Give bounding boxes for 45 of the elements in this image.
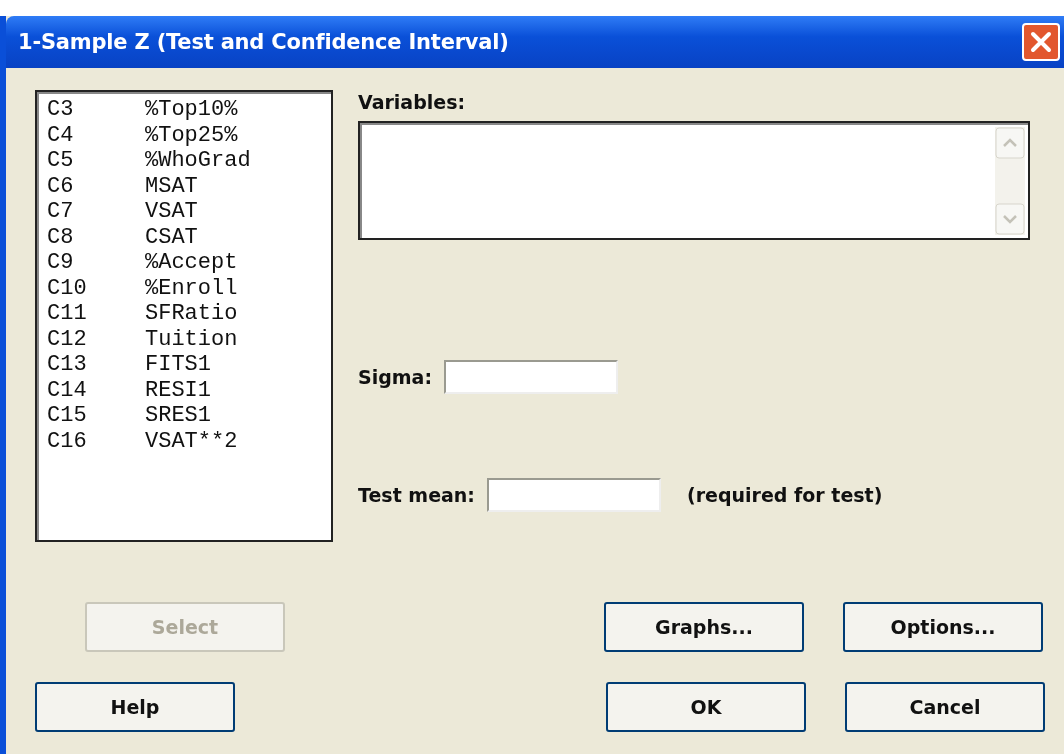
window-title: 1-Sample Z (Test and Confidence Interval)	[18, 30, 509, 54]
close-icon	[1030, 31, 1052, 53]
sigma-label: Sigma:	[358, 366, 432, 388]
dialog-button[interactable]: Graphs...	[604, 602, 804, 652]
column-name[interactable]: FITS1	[145, 352, 211, 378]
column-name[interactable]: VSAT**2	[145, 428, 238, 454]
column-number[interactable]: C10	[47, 275, 145, 301]
dialog-button[interactable]: Cancel	[845, 682, 1045, 732]
column-number[interactable]: C11	[47, 301, 145, 327]
column-number[interactable]: C14	[47, 377, 145, 403]
column-number[interactable]: C7	[47, 199, 145, 225]
column-name[interactable]: %Top10%	[145, 97, 238, 123]
test-mean-label: Test mean:	[358, 484, 475, 506]
column-name[interactable]: MSAT	[145, 173, 198, 199]
column-number[interactable]: C4	[47, 122, 145, 148]
dialog-button[interactable]: OK	[606, 682, 806, 732]
column-number[interactable]: C13	[47, 352, 145, 378]
column-number[interactable]: C12	[47, 326, 145, 352]
dialog-button[interactable]: Help	[35, 682, 235, 732]
column-list[interactable]: C3 %Top10% C4 %Top25% C5 %WhoGrad C6 MSAT C7 VSAT C8 CSAT C9 %Accept C10 %Enroll C11 SFRatio C12 Tuition C13 FITS1 C14 RESI1 C15 SRES1 C16 VSAT**2	[35, 90, 333, 542]
column-number[interactable]: C9	[47, 250, 145, 276]
column-name[interactable]: %Accept	[145, 250, 238, 276]
column-name[interactable]: %Top25%	[145, 122, 238, 148]
column-number[interactable]: C5	[47, 148, 145, 174]
dialog-button[interactable]: Options...	[843, 602, 1043, 652]
close-button[interactable]	[1022, 23, 1060, 61]
variables-label: Variables:	[358, 91, 466, 113]
column-number[interactable]: C15	[47, 403, 145, 429]
column-name[interactable]: %Enroll	[145, 275, 238, 301]
column-name[interactable]: Tuition	[145, 326, 238, 352]
variables-field[interactable]	[358, 121, 1030, 240]
column-number[interactable]: C3	[47, 97, 145, 123]
column-name[interactable]: VSAT	[145, 199, 198, 225]
column-name[interactable]: CSAT	[145, 224, 198, 250]
column-name[interactable]: SRES1	[145, 403, 211, 429]
column-name[interactable]: %WhoGrad	[145, 148, 251, 174]
column-name[interactable]: RESI1	[145, 377, 211, 403]
column-number[interactable]: C6	[47, 173, 145, 199]
scrollbar[interactable]	[995, 127, 1025, 235]
required-note: (required for test)	[686, 484, 883, 506]
column-number[interactable]: C8	[47, 224, 145, 250]
column-name[interactable]: SFRatio	[145, 301, 238, 327]
test-mean-field[interactable]	[486, 478, 661, 512]
sigma-field[interactable]	[444, 360, 618, 394]
column-number[interactable]: C16	[47, 428, 145, 454]
